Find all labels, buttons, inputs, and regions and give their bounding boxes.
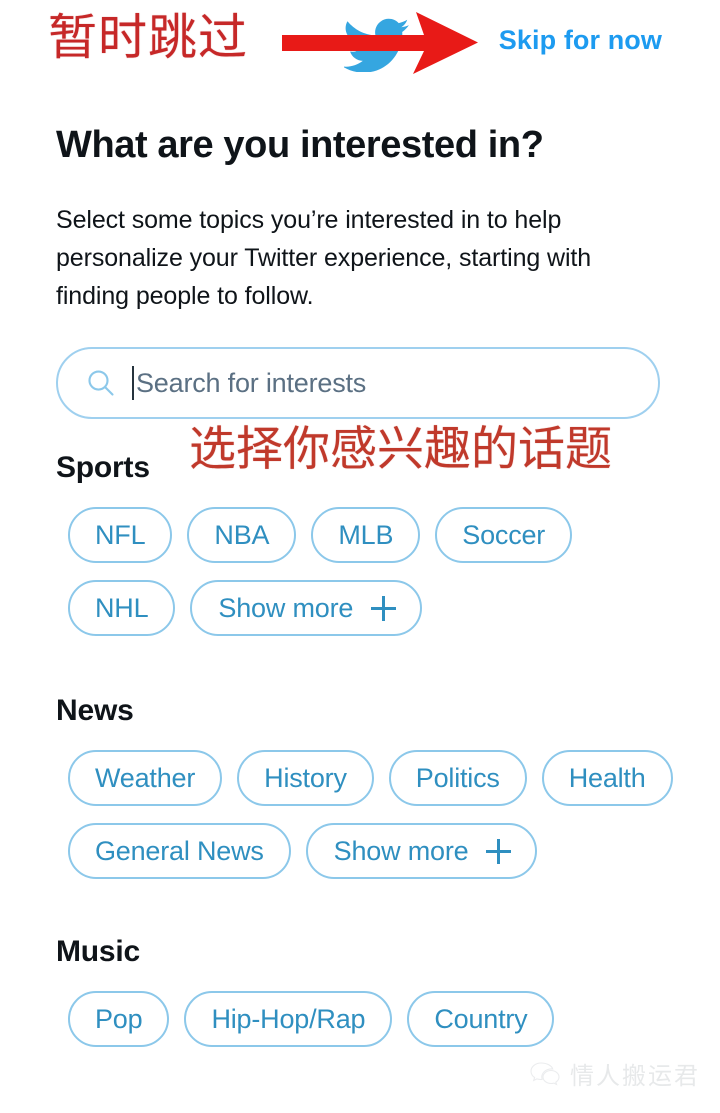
search-input[interactable]: Search for interests [56, 347, 660, 419]
topic-chip[interactable]: Soccer [435, 507, 573, 563]
section-title-sports: Sports [56, 451, 150, 484]
topic-chip[interactable]: Hip-Hop/Rap [184, 991, 393, 1047]
main-content: What are you interested in? Select some … [0, 122, 720, 1047]
topic-chip[interactable]: Pop [68, 991, 170, 1047]
topic-chip[interactable]: Politics [388, 750, 527, 806]
chip-label: NHL [95, 592, 149, 623]
topic-chip[interactable]: MLB [311, 507, 421, 563]
search-icon [88, 370, 114, 396]
topic-chip[interactable]: Weather [68, 750, 223, 806]
annotation-skip-cn: 暂时跳过 [48, 10, 249, 65]
section-sports: Sports 选择你感兴趣的话题 NFL NBA MLB Soccer NHL Show … [56, 424, 664, 636]
chip-group-sports: NFL NBA MLB Soccer NHL Show more [68, 507, 688, 636]
section-header: News [56, 694, 664, 728]
search-placeholder: Search for interests [136, 367, 367, 398]
chip-label: NBA [214, 519, 270, 550]
chip-label: Health [568, 762, 646, 793]
topic-chip[interactable]: NFL [68, 507, 173, 563]
chip-label: Show more [333, 835, 469, 866]
chip-label: Hip-Hop/Rap [211, 1003, 366, 1034]
chip-label: Country [434, 1003, 528, 1034]
red-right-arrow-icon [282, 12, 478, 74]
topic-chip[interactable]: History [237, 750, 374, 806]
topic-chip[interactable]: NHL [68, 580, 176, 636]
topic-chip[interactable]: NBA [187, 507, 297, 563]
text-cursor [132, 366, 134, 400]
skip-for-now-button[interactable]: Skip for now [499, 25, 662, 56]
show-more-button[interactable]: Show more [305, 823, 538, 879]
watermark: 情人搬运君 [530, 1056, 700, 1091]
show-more-button[interactable]: Show more [190, 580, 423, 636]
wechat-icon [530, 1061, 560, 1085]
topic-chip[interactable]: Country [407, 991, 555, 1047]
section-title-news: News [56, 694, 134, 727]
chip-label: MLB [338, 519, 394, 550]
annotation-topics-cn: 选择你感兴趣的话题 [189, 424, 612, 476]
chip-label: Pop [95, 1003, 143, 1034]
chip-label: Soccer [462, 519, 546, 550]
chip-label: Politics [415, 762, 500, 793]
chip-label: Show more [218, 592, 354, 623]
section-title-music: Music [56, 935, 141, 968]
chip-label: Weather [95, 762, 196, 793]
page-description: Select some topics you’re interested in … [56, 206, 592, 310]
section-header: Sports 选择你感兴趣的话题 [56, 424, 664, 485]
chip-label: NFL [95, 519, 146, 550]
chip-group-news: Weather History Politics Health General News… [68, 750, 688, 879]
plus-icon [371, 595, 397, 621]
annotation-arrow-group [282, 12, 478, 74]
section-news: News Weather History Politics Health General… [56, 694, 673, 879]
watermark-text: 情人搬运君 [570, 1064, 700, 1090]
plus-icon [486, 838, 512, 864]
section-header: Music [56, 935, 664, 969]
chip-group-music: Pop Hip-Hop/Rap Country [68, 991, 688, 1047]
section-music: Music Pop Hip-Hop/Rap Country [56, 935, 664, 1047]
chip-label: History [264, 762, 347, 793]
topic-chip[interactable]: General News [68, 823, 291, 879]
topic-chip[interactable]: Health [541, 750, 673, 806]
top-bar: 暂时跳过 Skip for now [0, 0, 720, 92]
chip-label: General News [95, 835, 264, 866]
page-title: What are you interested in? [56, 124, 544, 166]
